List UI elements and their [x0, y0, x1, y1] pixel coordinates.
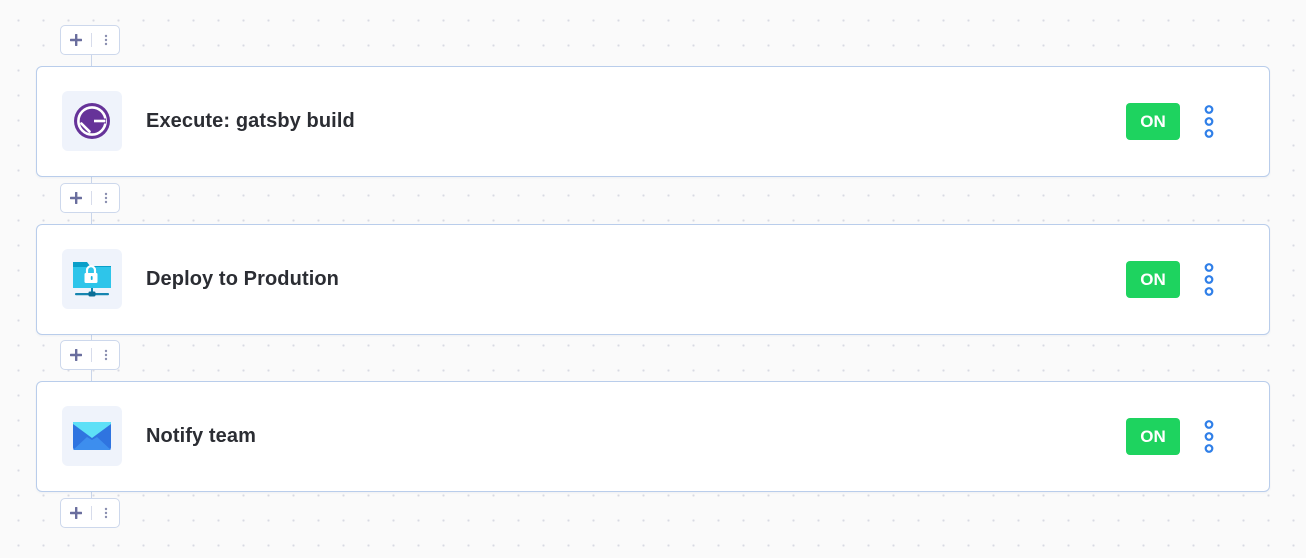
inserter-more-button[interactable] — [92, 184, 119, 212]
plus-icon — [70, 507, 82, 519]
plus-icon — [70, 34, 82, 46]
step-inserter — [60, 498, 120, 528]
envelope-icon — [73, 422, 111, 450]
step-icon-tile — [62, 91, 122, 151]
step-menu-button[interactable] — [1199, 261, 1219, 298]
step-toggle[interactable]: ON — [1126, 418, 1180, 455]
more-vertical-icon — [104, 34, 107, 46]
step-icon-tile — [62, 406, 122, 466]
step-icon-tile — [62, 249, 122, 309]
more-vertical-icon — [1204, 105, 1214, 138]
step-card[interactable]: Deploy to Prodution ON — [36, 224, 1270, 335]
plus-icon — [70, 349, 82, 361]
step-menu-button[interactable] — [1199, 418, 1219, 455]
more-vertical-icon — [1204, 263, 1214, 296]
more-vertical-icon — [104, 349, 107, 361]
step-title: Deploy to Prodution — [146, 268, 339, 290]
step-inserter — [60, 340, 120, 370]
step-inserter — [60, 183, 120, 213]
inserter-more-button[interactable] — [92, 499, 119, 527]
step-toggle[interactable]: ON — [1126, 103, 1180, 140]
more-vertical-icon — [104, 507, 107, 519]
step-title: Execute: gatsby build — [146, 110, 355, 132]
more-vertical-icon — [1204, 420, 1214, 453]
plus-icon — [70, 192, 82, 204]
step-menu-button[interactable] — [1199, 103, 1219, 140]
step-inserter — [60, 25, 120, 55]
add-step-button[interactable] — [61, 341, 91, 369]
step-card[interactable]: Execute: gatsby build ON — [36, 66, 1270, 177]
step-card[interactable]: Notify team ON — [36, 381, 1270, 492]
add-step-button[interactable] — [61, 26, 91, 54]
add-step-button[interactable] — [61, 184, 91, 212]
inserter-more-button[interactable] — [92, 26, 119, 54]
gatsby-icon — [74, 103, 110, 139]
more-vertical-icon — [104, 192, 107, 204]
inserter-more-button[interactable] — [92, 341, 119, 369]
connector-line — [91, 213, 92, 224]
secure-folder-icon — [73, 262, 111, 297]
add-step-button[interactable] — [61, 499, 91, 527]
step-title: Notify team — [146, 425, 257, 447]
step-toggle[interactable]: ON — [1126, 261, 1180, 298]
connector-line — [91, 370, 92, 381]
